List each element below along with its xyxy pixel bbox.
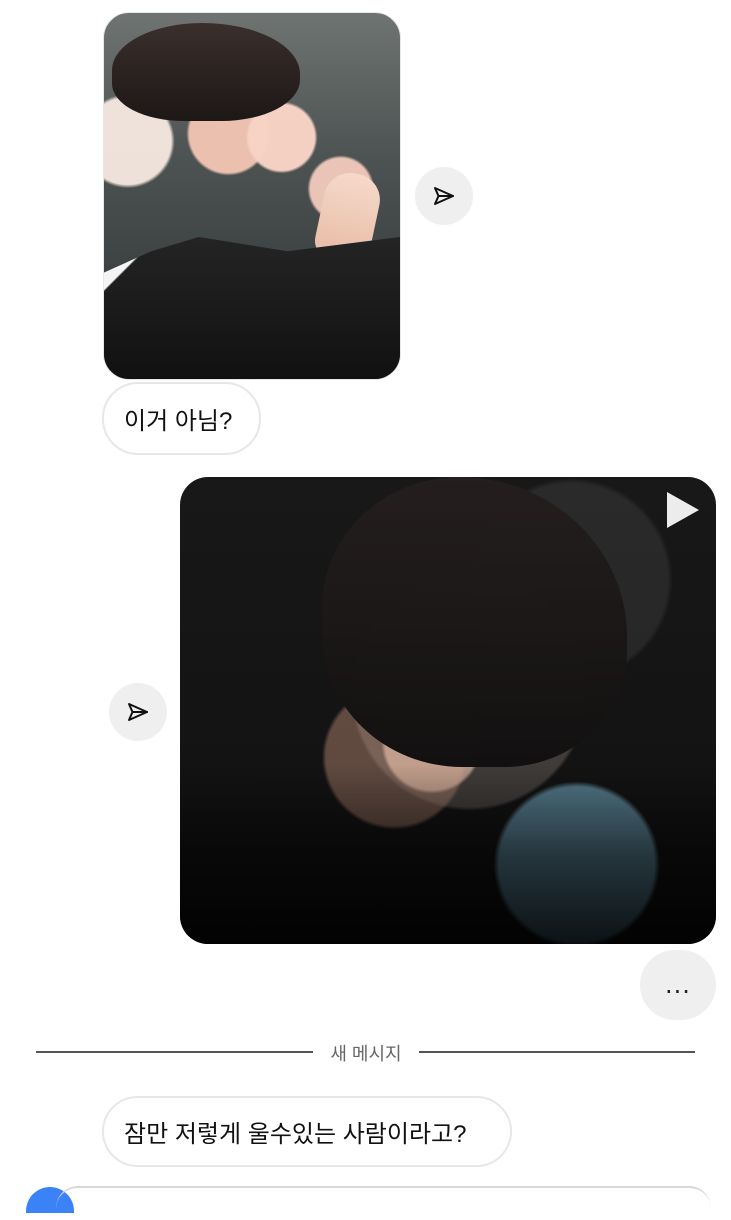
video-hair [322,477,627,767]
new-message-divider-left [36,1051,313,1053]
share-button-mid[interactable] [109,683,167,741]
message-bubble-first[interactable]: 이거 아님? [102,382,261,455]
paper-plane-icon [128,703,148,721]
crying-man-image[interactable] [103,12,401,380]
message-bubble-second[interactable]: 잠만 저렇게 울수있는 사람이라고? [102,1096,512,1167]
play-icon[interactable] [667,492,699,528]
video-shadow [180,764,716,944]
more-label: ... [665,971,691,999]
image-clothing [104,237,400,379]
new-message-label: 새 메시지 [330,1044,402,1064]
paper-plane-icon [434,187,454,205]
more-button[interactable]: ... [640,950,716,1020]
composer-field[interactable] [56,1186,711,1220]
new-message-divider-right [419,1051,695,1053]
share-button-top[interactable] [415,167,473,225]
message-text-second: 잠만 저렇게 울수있는 사람이라고? [124,1121,467,1148]
message-text-first: 이거 아님? [124,408,233,435]
image-hair [112,23,300,121]
video-thumbnail[interactable] [180,477,716,944]
